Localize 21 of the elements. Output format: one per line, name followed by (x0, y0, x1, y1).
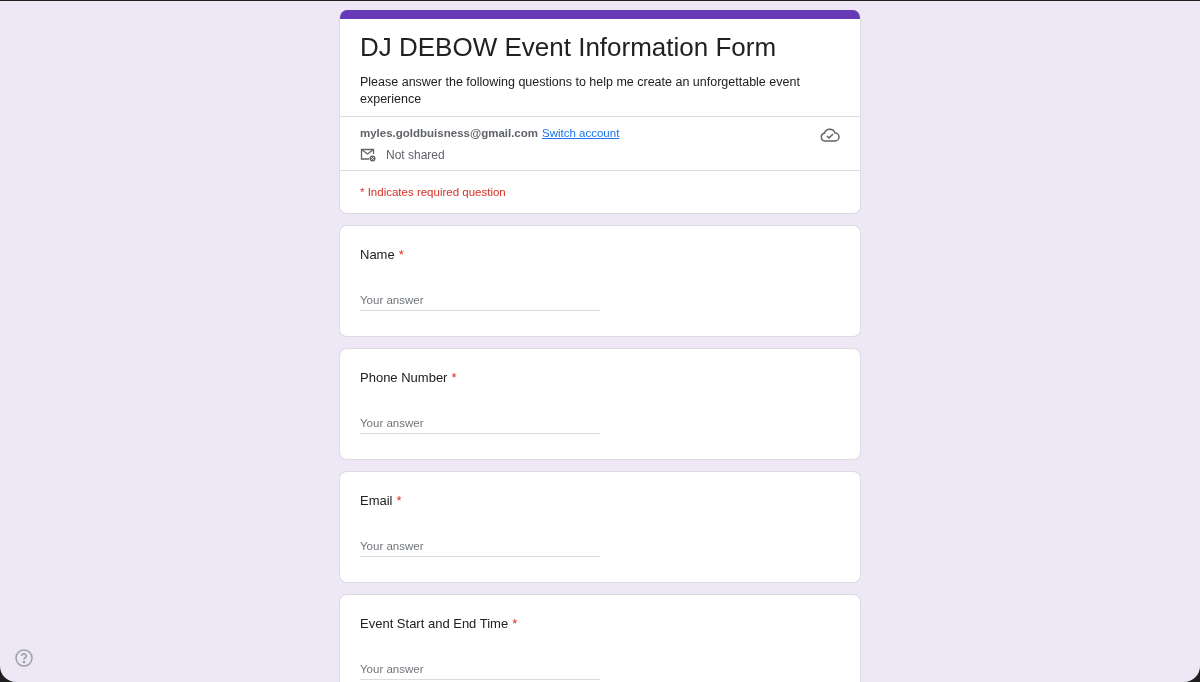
switch-account-link[interactable]: Switch account (542, 125, 620, 141)
form-title: DJ DEBOW Event Information Form (360, 31, 778, 64)
question-label: Phone Number (360, 370, 448, 386)
answer-field[interactable]: Your answer (360, 658, 600, 680)
form-description: Please answer the following questions to help me create an unforgettable event experience (360, 74, 801, 108)
help-icon[interactable] (15, 649, 33, 667)
answer-field[interactable]: Your answer (360, 289, 600, 311)
required-mark: * (396, 493, 402, 509)
required-mark: * (451, 370, 457, 386)
question-label: Email (360, 493, 393, 509)
answer-field[interactable]: Your answer (360, 535, 600, 557)
required-note: * Indicates required question (360, 186, 506, 198)
question-label: Event Start and End Time (360, 616, 509, 632)
required-mark: * (398, 247, 404, 263)
required-mark: * (512, 616, 518, 632)
mail-blocked-icon (360, 148, 376, 162)
answer-field[interactable]: Your answer (360, 412, 600, 434)
question-label: Name (360, 247, 395, 263)
sharing-status: Not shared (386, 147, 445, 164)
cloud-check-icon (820, 128, 840, 142)
account-email: myles.goldbuisness@gmail.com (360, 126, 538, 141)
